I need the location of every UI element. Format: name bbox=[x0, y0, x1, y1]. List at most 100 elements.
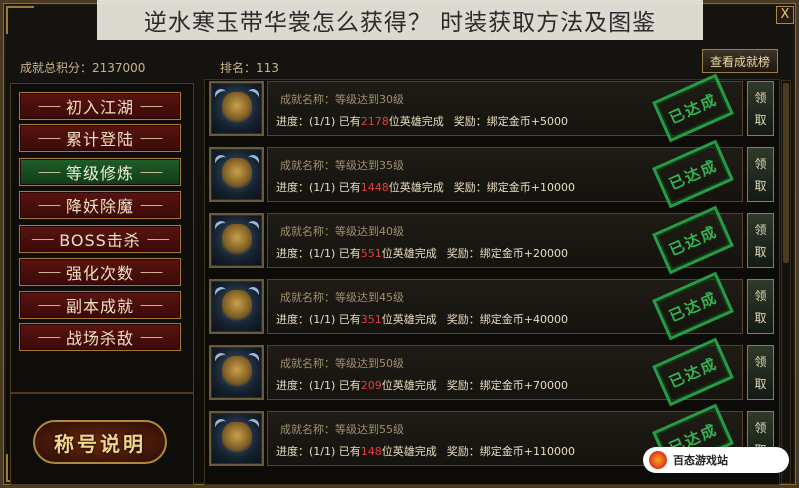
completion-count: 209 bbox=[360, 379, 382, 392]
tab-dash-right: —— bbox=[140, 99, 163, 113]
completion-count: 148 bbox=[360, 445, 382, 458]
achievement-row: 成就名称：等级达到45级进度：(1/1) 已有351位英雄完成 奖励：绑定金币+4… bbox=[209, 271, 777, 341]
achievement-row: 成就名称：等级达到35级进度：(1/1) 已有1448位英雄完成 奖励：绑定金币+… bbox=[209, 139, 777, 209]
category-tab-7[interactable]: —— 战场杀敌 —— bbox=[19, 323, 181, 351]
beast-head-shape bbox=[222, 422, 252, 456]
tab-dash-left: —— bbox=[37, 265, 61, 279]
close-button[interactable]: X bbox=[776, 6, 794, 24]
view-leaderboard-button[interactable]: 查看成就榜 bbox=[702, 49, 778, 73]
title-banner: 逆水寒玉带华裳怎么获得？ 时装获取方法及图鉴 bbox=[97, 0, 703, 40]
rank: 排名：113 bbox=[220, 61, 279, 75]
tab-dash-right: —— bbox=[140, 330, 163, 344]
achievement-name: 成就名称：等级达到30级 bbox=[280, 93, 404, 106]
category-tab-label: 降妖除魔 bbox=[65, 197, 134, 216]
achievement-progress: 进度：(1/1) 已有2178位英雄完成 奖励：绑定金币+5000 bbox=[276, 113, 568, 129]
frame-corner-ornament bbox=[6, 6, 34, 34]
achievement-progress: 进度：(1/1) 已有551位英雄完成 奖励：绑定金币+20000 bbox=[276, 245, 568, 261]
claim-label-2: 取 bbox=[754, 178, 767, 193]
achievement-row: 成就名称：等级达到40级进度：(1/1) 已有551位英雄完成 奖励：绑定金币+2… bbox=[209, 205, 777, 275]
scrollbar[interactable] bbox=[781, 80, 791, 484]
progress-prefix: 进度：(1/1) 已有 bbox=[276, 181, 361, 194]
completion-count: 551 bbox=[360, 247, 382, 260]
category-tab-5[interactable]: —— 强化次数 —— bbox=[19, 258, 181, 286]
progress-suffix: 位英雄完成 bbox=[381, 445, 437, 458]
reward-text: 奖励：绑定金币+110000 bbox=[446, 445, 576, 458]
beast-head-shape bbox=[222, 92, 252, 126]
category-tab-1[interactable]: —— 累计登陆 —— bbox=[19, 124, 181, 152]
reward-text: 奖励：绑定金币+40000 bbox=[446, 313, 569, 326]
watermark-logo-icon bbox=[649, 451, 667, 469]
achievement-card: 成就名称：等级达到50级 进度：(1/1) 已有209位英雄完成 奖励：绑定金币+7… bbox=[267, 337, 743, 407]
achievement-card: 成就名称：等级达到30级进度：(1/1) 已有2178位英雄完成 奖励：绑定金币+… bbox=[267, 73, 743, 143]
beast-emblem-icon bbox=[209, 345, 264, 400]
progress-suffix: 位英雄完成 bbox=[388, 181, 444, 194]
tab-dash-right: —— bbox=[140, 198, 163, 212]
category-tab-0[interactable]: —— 初入江湖 —— bbox=[19, 92, 181, 120]
category-tab-label: BOSS击杀 bbox=[59, 231, 141, 250]
tab-dash-left: —— bbox=[37, 131, 61, 145]
category-tab-2[interactable]: —— 等级修炼 —— bbox=[19, 158, 181, 186]
category-tab-label: 累计登陆 bbox=[65, 130, 134, 149]
tab-dash-left: —— bbox=[37, 99, 61, 113]
achievement-name: 成就名称：等级达到35级 bbox=[280, 159, 404, 172]
achievement-progress: 进度：(1/1) 已有209位英雄完成 奖励：绑定金币+70000 bbox=[276, 377, 568, 393]
tab-dash-right: —— bbox=[140, 131, 163, 145]
category-tab-6[interactable]: —— 副本成就 —— bbox=[19, 291, 181, 319]
claim-label-1: 领 bbox=[754, 222, 767, 237]
beast-head-shape bbox=[222, 290, 252, 324]
watermark-text: 百态游戏站 bbox=[673, 454, 728, 467]
claim-label-2: 取 bbox=[754, 376, 767, 391]
beast-emblem-icon bbox=[209, 279, 264, 334]
category-tab-3[interactable]: —— 降妖除魔 —— bbox=[19, 191, 181, 219]
beast-emblem-icon bbox=[209, 411, 264, 466]
reward-text: 奖励：绑定金币+20000 bbox=[446, 247, 569, 260]
achievement-card: 成就名称：等级达到35级进度：(1/1) 已有1448位英雄完成 奖励：绑定金币+… bbox=[267, 139, 743, 209]
beast-head-shape bbox=[222, 158, 252, 192]
achievement-row: 成就名称：等级达到30级进度：(1/1) 已有2178位英雄完成 奖励：绑定金币+… bbox=[209, 73, 777, 143]
completed-stamp: 已达成 bbox=[652, 271, 734, 341]
progress-suffix: 位英雄完成 bbox=[381, 247, 437, 260]
progress-suffix: 位英雄完成 bbox=[381, 313, 437, 326]
reward-text: 奖励：绑定金币+5000 bbox=[453, 115, 569, 128]
completion-count: 2178 bbox=[360, 115, 389, 128]
claim-button[interactable]: 领取 bbox=[747, 213, 774, 268]
title-description-button[interactable]: 称号说明 bbox=[33, 420, 167, 464]
reward-text: 奖励：绑定金币+10000 bbox=[453, 181, 576, 194]
category-tab-label: 等级修炼 bbox=[65, 164, 134, 183]
total-score: 成就总积分：2137000 bbox=[20, 61, 146, 75]
progress-prefix: 进度：(1/1) 已有 bbox=[276, 115, 361, 128]
claim-label-1: 领 bbox=[754, 354, 767, 369]
achievement-name: 成就名称：等级达到40级 bbox=[280, 225, 404, 238]
category-tab-4[interactable]: —— BOSS击杀 —— bbox=[19, 225, 181, 253]
achievement-card: 成就名称：等级达到40级进度：(1/1) 已有551位英雄完成 奖励：绑定金币+2… bbox=[267, 205, 743, 275]
scroll-thumb[interactable] bbox=[783, 83, 789, 263]
tab-dash-left: —— bbox=[37, 165, 61, 179]
progress-prefix: 进度：(1/1) 已有 bbox=[276, 247, 361, 260]
achievement-progress: 进度：(1/1) 已有351位英雄完成 奖励：绑定金币+40000 bbox=[276, 311, 568, 327]
achievement-card: 成就名称：等级达到45级进度：(1/1) 已有351位英雄完成 奖励：绑定金币+4… bbox=[267, 271, 743, 341]
claim-button[interactable]: 领取 bbox=[747, 147, 774, 202]
completion-count: 351 bbox=[360, 313, 382, 326]
beast-emblem-icon bbox=[209, 81, 264, 136]
close-icon: X bbox=[780, 7, 790, 22]
tab-dash-left: —— bbox=[31, 232, 54, 246]
achievement-name: 成就名称：等级达到45级 bbox=[280, 291, 404, 304]
claim-label-1: 领 bbox=[754, 288, 767, 303]
tab-dash-right: —— bbox=[146, 232, 170, 246]
claim-button[interactable]: 领取 bbox=[747, 81, 774, 136]
claim-button[interactable]: 领取 bbox=[747, 345, 774, 400]
completed-stamp: 已达成 bbox=[652, 205, 734, 275]
completed-stamp: 已达成 bbox=[652, 139, 734, 209]
claim-label-1: 领 bbox=[754, 156, 767, 171]
completion-count: 1448 bbox=[360, 181, 389, 194]
progress-prefix: 进度：(1/1) 已有 bbox=[276, 379, 361, 392]
claim-label-1: 领 bbox=[754, 90, 767, 105]
reward-text: 奖励：绑定金币+70000 bbox=[446, 379, 569, 392]
site-watermark: 百态游戏站 bbox=[643, 447, 789, 473]
tab-dash-left: —— bbox=[37, 330, 61, 344]
claim-button[interactable]: 领取 bbox=[747, 279, 774, 334]
category-tab-label: 副本成就 bbox=[65, 297, 134, 316]
achievement-progress: 进度：(1/1) 已有148位英雄完成 奖励：绑定金币+110000 bbox=[276, 443, 575, 459]
category-tab-label: 强化次数 bbox=[65, 264, 134, 283]
claim-label-2: 取 bbox=[754, 310, 767, 325]
